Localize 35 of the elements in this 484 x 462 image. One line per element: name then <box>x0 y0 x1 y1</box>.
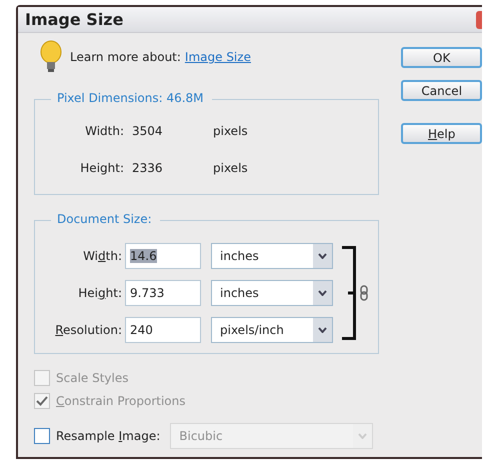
image-size-link[interactable]: Image Size <box>184 50 251 64</box>
checkbox-label: Resample Image: <box>56 428 160 442</box>
chevron-down-icon <box>318 327 327 333</box>
unit-label: pixels <box>212 160 248 174</box>
dimension-label: Height: <box>79 160 124 174</box>
checkmark-icon <box>36 396 48 406</box>
learn-more-label: Learn more about: <box>70 50 181 64</box>
close-button[interactable] <box>476 10 482 28</box>
dimension-value: 3504 <box>131 124 164 138</box>
dialog-button[interactable]: Cancel <box>401 80 482 101</box>
checkbox-label: Constrain Proportions <box>56 394 186 408</box>
dimension-value: 2336 <box>131 160 164 174</box>
group-title: Document Size: <box>51 212 160 226</box>
dimension-label: Width: <box>84 124 124 138</box>
unit-label: pixels <box>212 124 248 138</box>
chevron-down-icon <box>318 290 327 296</box>
value-field[interactable]: 240 <box>125 317 201 343</box>
checkbox[interactable] <box>34 428 50 444</box>
unit-dropdown[interactable]: pixels/inch <box>211 317 333 343</box>
unit-dropdown[interactable]: inches <box>211 280 333 306</box>
chevron-down-icon <box>318 253 327 259</box>
chevron-down-icon <box>358 432 368 438</box>
chain-link-icon <box>360 285 368 301</box>
field-label: Resolution: <box>54 323 122 337</box>
value-field[interactable]: 9.733 <box>125 280 201 306</box>
field-label: Height: <box>77 286 122 300</box>
checkbox-label: Scale Styles <box>56 370 128 384</box>
field-label: Width: <box>82 249 122 263</box>
window-title: Image Size <box>24 10 124 29</box>
value-field[interactable]: 14.6 <box>125 243 201 269</box>
group-title: Pixel Dimensions: 46.8M <box>51 91 212 105</box>
lightbulb-icon <box>40 40 62 74</box>
dialog-button[interactable]: OK <box>401 47 482 68</box>
unit-dropdown[interactable]: inches <box>211 243 333 269</box>
dialog-button[interactable]: Help <box>401 123 482 144</box>
